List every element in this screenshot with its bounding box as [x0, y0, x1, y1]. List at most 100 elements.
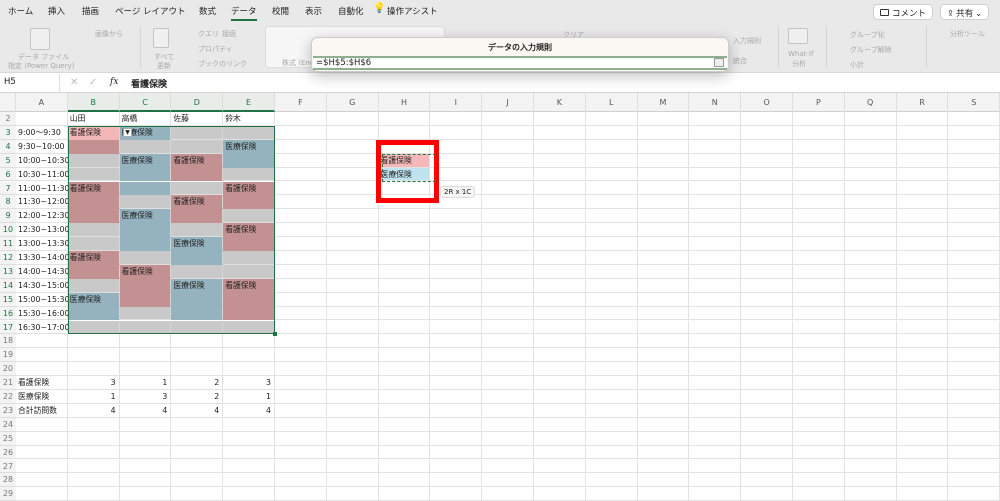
- cell-J6[interactable]: [482, 167, 534, 182]
- cell-F8[interactable]: [275, 195, 327, 210]
- cell-A13[interactable]: 14:00~14:30: [16, 264, 69, 279]
- cell-I17[interactable]: [430, 320, 483, 335]
- cell-C28[interactable]: [119, 473, 172, 488]
- cell-R16[interactable]: [896, 306, 949, 321]
- cell-R5[interactable]: [896, 153, 949, 168]
- cell-D19[interactable]: [171, 348, 224, 363]
- cell-S9[interactable]: [948, 209, 1000, 224]
- tell-me-search[interactable]: 操作アシスト: [387, 5, 438, 17]
- cell-J8[interactable]: [482, 195, 534, 210]
- cell-N18[interactable]: [689, 334, 742, 349]
- cell-E20[interactable]: [223, 362, 275, 377]
- cell-A7[interactable]: 11:00~11:30: [16, 181, 69, 196]
- cell-R11[interactable]: [896, 237, 949, 251]
- cell-A14[interactable]: 14:30~15:00: [16, 278, 69, 293]
- cell-E19[interactable]: [223, 348, 275, 363]
- cell-S11[interactable]: [948, 237, 1000, 251]
- cell-A24[interactable]: [16, 417, 68, 432]
- cell-P15[interactable]: [793, 292, 845, 307]
- row-header-16[interactable]: 16: [0, 306, 16, 321]
- cell-O25[interactable]: [741, 431, 793, 446]
- cell-F3[interactable]: [275, 125, 327, 140]
- cell-H28[interactable]: [378, 473, 431, 488]
- cell-Q5[interactable]: [844, 153, 897, 168]
- cell-E2[interactable]: 鈴木: [223, 112, 275, 126]
- tab-2[interactable]: 描画: [82, 5, 99, 17]
- cell-K14[interactable]: [534, 278, 586, 293]
- cell-J17[interactable]: [482, 320, 534, 335]
- cell-F5[interactable]: [275, 153, 327, 168]
- cell-S10[interactable]: [948, 223, 1000, 238]
- cell-G14[interactable]: [326, 278, 379, 293]
- cell-A2[interactable]: [16, 112, 68, 126]
- cell-S13[interactable]: [948, 264, 1000, 279]
- worksheet-grid[interactable]: 2 山田 高橋 佐藤 鈴木 3 9:00～9:30 看護保険 医療保険 4 9:30~10:00 医療…: [0, 112, 1000, 501]
- cell-P28[interactable]: [793, 473, 845, 488]
- cell-O14[interactable]: [741, 278, 793, 293]
- column-header-P[interactable]: P: [793, 93, 845, 112]
- cell-M15[interactable]: [637, 292, 690, 307]
- cell-M11[interactable]: [637, 237, 690, 251]
- row-header-6[interactable]: 6: [0, 167, 16, 182]
- cell-Q15[interactable]: [844, 292, 897, 307]
- cell-S26[interactable]: [948, 445, 1000, 460]
- cell-S23[interactable]: [948, 403, 1000, 418]
- cell-L9[interactable]: [585, 209, 638, 224]
- cell-J10[interactable]: [482, 223, 534, 238]
- cell-G29[interactable]: [326, 487, 379, 501]
- cell-Q23[interactable]: [844, 403, 897, 418]
- cell-D18[interactable]: [171, 334, 224, 349]
- row-header-28[interactable]: 28: [0, 473, 16, 488]
- cell-C19[interactable]: [119, 348, 172, 363]
- cell-C24[interactable]: [119, 417, 172, 432]
- cell-H12[interactable]: [378, 251, 431, 265]
- cell-H9[interactable]: [378, 209, 431, 224]
- cell-J18[interactable]: [482, 334, 534, 349]
- cell-F15[interactable]: [275, 292, 327, 307]
- cell-M23[interactable]: [637, 403, 690, 418]
- cell-F27[interactable]: [275, 459, 327, 474]
- cell-S3[interactable]: [948, 125, 1000, 140]
- cell-A8[interactable]: 11:30~12:00: [16, 195, 69, 210]
- cell-G19[interactable]: [326, 348, 379, 363]
- cell-G4[interactable]: [326, 139, 379, 154]
- cell-R24[interactable]: [896, 417, 949, 432]
- cell-L21[interactable]: [585, 376, 638, 390]
- cell-E25[interactable]: [223, 431, 275, 446]
- cell-Q2[interactable]: [844, 112, 897, 126]
- cell-C21[interactable]: 1: [119, 376, 172, 390]
- cell-C2[interactable]: 高橋: [119, 112, 172, 126]
- cell-Q10[interactable]: [844, 223, 897, 238]
- cell-B28[interactable]: [67, 473, 120, 488]
- cell-H14[interactable]: [378, 278, 431, 293]
- cell-G15[interactable]: [326, 292, 379, 307]
- cell-O11[interactable]: [741, 237, 793, 251]
- cell-Q6[interactable]: [844, 167, 897, 182]
- cell-E24[interactable]: [223, 417, 275, 432]
- cell-P9[interactable]: [793, 209, 845, 224]
- cell-L12[interactable]: [585, 251, 638, 265]
- cell-A4[interactable]: 9:30~10:00: [16, 139, 68, 154]
- cell-Q27[interactable]: [844, 459, 897, 474]
- cell-J20[interactable]: [482, 362, 534, 377]
- cell-F24[interactable]: [275, 417, 327, 432]
- cell-G6[interactable]: [326, 167, 379, 182]
- cell-L19[interactable]: [585, 348, 638, 363]
- column-header-R[interactable]: R: [897, 93, 949, 112]
- cell-E27[interactable]: [223, 459, 275, 474]
- cell-M28[interactable]: [637, 473, 690, 488]
- cell-O3[interactable]: [741, 125, 793, 140]
- cell-K20[interactable]: [534, 362, 586, 377]
- cell-F10[interactable]: [275, 223, 327, 238]
- connections-button[interactable]: 接続: [222, 29, 236, 39]
- cell-H11[interactable]: [378, 237, 431, 251]
- cell-N7[interactable]: [689, 181, 742, 196]
- cell-H13[interactable]: [378, 264, 431, 279]
- fill-handle[interactable]: [273, 332, 277, 337]
- cell-M9[interactable]: [637, 209, 690, 224]
- row-header-4[interactable]: 4: [0, 139, 16, 154]
- cell-L3[interactable]: [585, 125, 638, 140]
- cell-F18[interactable]: [275, 334, 327, 349]
- cell-S16[interactable]: [948, 306, 1000, 321]
- cell-D25[interactable]: [171, 431, 224, 446]
